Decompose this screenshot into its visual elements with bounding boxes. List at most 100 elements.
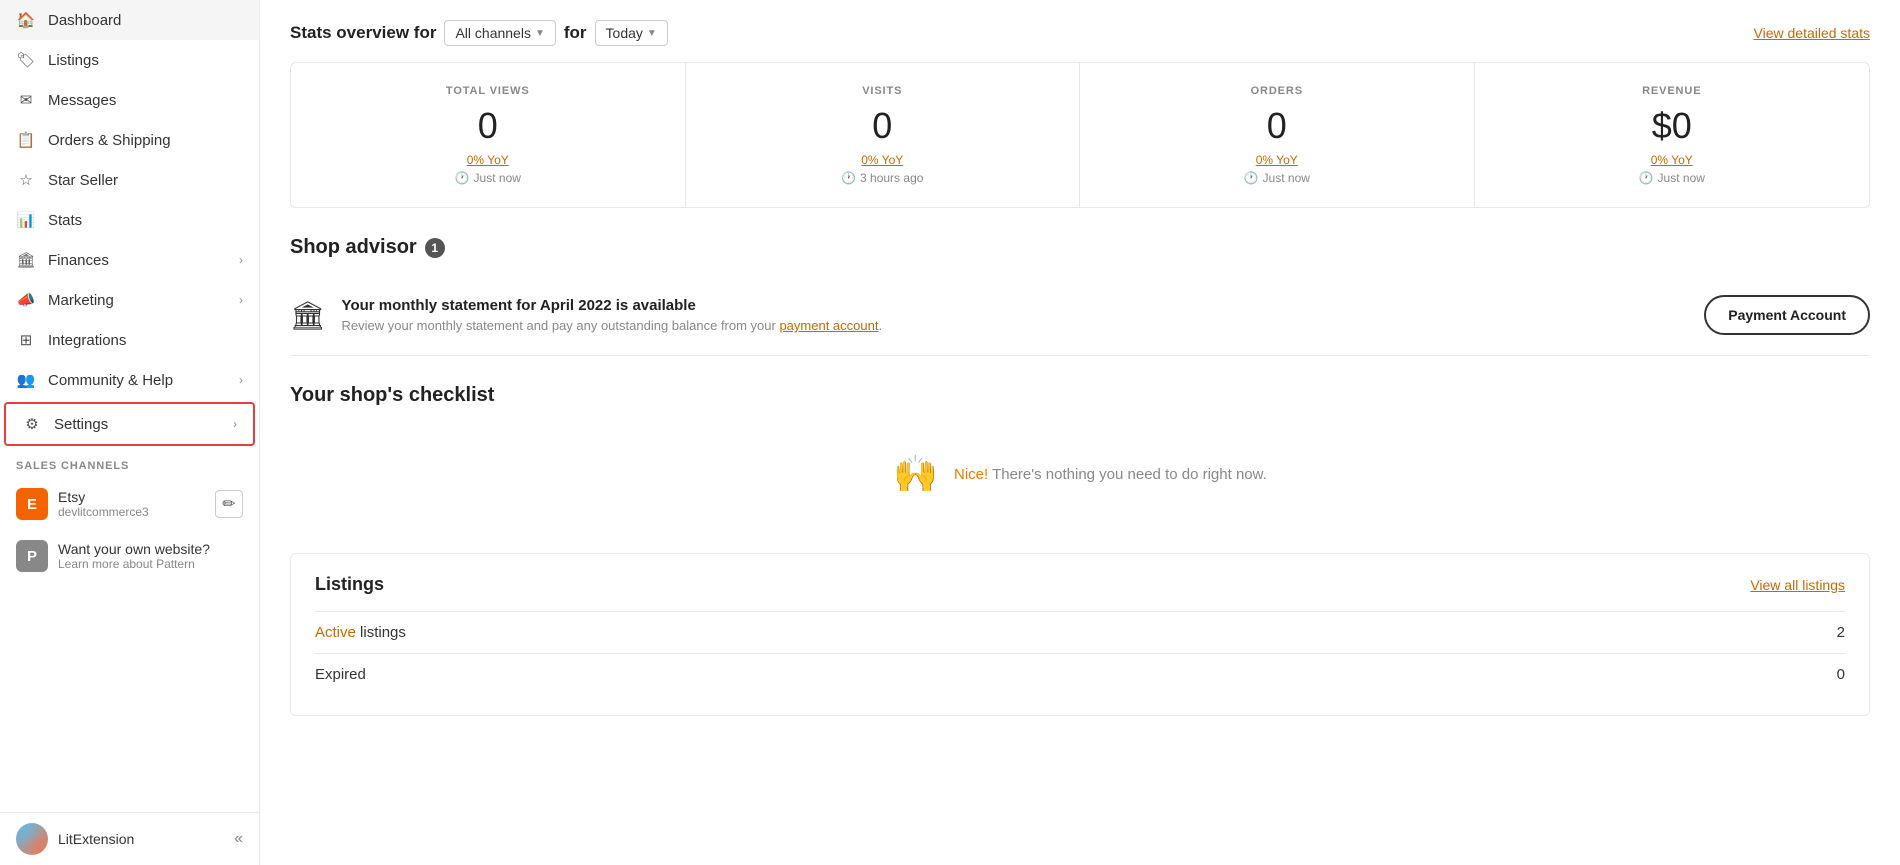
sidebar-item-orders[interactable]: 📋 Orders & Shipping	[0, 120, 259, 160]
for-label: for	[564, 23, 587, 43]
star-icon: ☆	[16, 170, 36, 190]
channel-dropdown[interactable]: All channels ▼	[444, 20, 555, 46]
visits-time-text: 3 hours ago	[860, 171, 923, 185]
stat-card-visits: VISITS 0 0% YoY 🕐 3 hours ago	[686, 63, 1081, 207]
pattern-info: Want your own website? Learn more about …	[58, 541, 243, 571]
lit-extension-label: LitExtension	[58, 831, 224, 847]
stats-grid: TOTAL VIEWS 0 0% YoY 🕐 Just now VISITS 0…	[290, 62, 1870, 208]
home-icon: 🏠	[16, 10, 36, 30]
bank-icon: 🏛	[16, 250, 36, 270]
collapse-sidebar-button[interactable]: «	[234, 830, 243, 848]
gear-icon: ⚙	[22, 414, 42, 434]
etsy-badge: E	[16, 488, 48, 520]
advisor-card: 🏛 Your monthly statement for April 2022 …	[290, 275, 1870, 356]
checklist-empty-message: Nice! There's nothing you need to do rig…	[954, 466, 1267, 483]
sidebar-label-messages: Messages	[48, 92, 116, 109]
sidebar-footer[interactable]: LitExtension «	[0, 812, 259, 865]
chevron-right-icon: ›	[239, 253, 243, 267]
etsy-info: Etsy devlitcommerce3	[58, 489, 205, 519]
payment-account-button[interactable]: Payment Account	[1704, 295, 1870, 335]
chevron-right-icon: ›	[239, 373, 243, 387]
etsy-edit-button[interactable]: ✏	[215, 490, 243, 518]
sidebar-label-settings: Settings	[54, 416, 108, 433]
celebration-hands-icon: 🙌	[893, 453, 938, 495]
sidebar-item-star-seller[interactable]: ☆ Star Seller	[0, 160, 259, 200]
listings-title: Listings	[315, 574, 384, 595]
pattern-name: Want your own website?	[58, 541, 243, 557]
clock-icon: 🕐	[1244, 171, 1259, 185]
revenue-time-text: Just now	[1658, 171, 1705, 185]
total-views-yoy[interactable]: 0% YoY	[311, 153, 665, 167]
advisor-heading: Your monthly statement for April 2022 is…	[342, 297, 1689, 314]
sales-channels-header: SALES CHANNELS	[0, 448, 259, 478]
shop-advisor-badge: 1	[425, 238, 445, 258]
expired-listings-label: Expired	[315, 666, 366, 683]
main-content: Stats overview for All channels ▼ for To…	[260, 0, 1900, 865]
sidebar-nav: 🏠 Dashboard 🏷 Listings ✉ Messages 📋 Orde…	[0, 0, 259, 448]
payment-account-link[interactable]: payment account	[779, 318, 878, 333]
orders-value: 0	[1100, 105, 1454, 147]
sidebar-item-stats[interactable]: 📊 Stats	[0, 200, 259, 240]
revenue-yoy[interactable]: 0% YoY	[1495, 153, 1850, 167]
sidebar-label-stats: Stats	[48, 212, 82, 229]
listings-header: Listings View all listings	[315, 574, 1845, 595]
clock-icon: 🕐	[1639, 171, 1654, 185]
pattern-badge: P	[16, 540, 48, 572]
sidebar-label-listings: Listings	[48, 52, 99, 69]
sidebar-label-star-seller: Star Seller	[48, 172, 118, 189]
sidebar-item-messages[interactable]: ✉ Messages	[0, 80, 259, 120]
active-listings-label: Active listings	[315, 624, 406, 641]
clipboard-icon: 📋	[16, 130, 36, 150]
advisor-text: Your monthly statement for April 2022 is…	[342, 297, 1689, 333]
sidebar-label-marketing: Marketing	[48, 292, 114, 309]
grid-icon: ⊞	[16, 330, 36, 350]
checklist-empty: 🙌 Nice! There's nothing you need to do r…	[290, 423, 1870, 525]
clock-icon: 🕐	[841, 171, 856, 185]
shop-advisor-title: Shop advisor 1	[290, 236, 1870, 259]
orders-label: ORDERS	[1100, 85, 1454, 97]
etsy-sub: devlitcommerce3	[58, 505, 205, 519]
pattern-sub: Learn more about Pattern	[58, 557, 243, 571]
active-highlight: Active	[315, 624, 356, 641]
visits-yoy[interactable]: 0% YoY	[706, 153, 1060, 167]
visits-label: VISITS	[706, 85, 1060, 97]
chevron-right-icon: ›	[239, 293, 243, 307]
period-dropdown-caret: ▼	[647, 28, 657, 39]
channel-dropdown-value: All channels	[455, 25, 531, 41]
etsy-channel[interactable]: E Etsy devlitcommerce3 ✏	[0, 478, 259, 530]
etsy-name: Etsy	[58, 489, 205, 505]
view-detailed-stats-link[interactable]: View detailed stats	[1754, 25, 1870, 41]
sidebar-label-finances: Finances	[48, 252, 109, 269]
sidebar-item-dashboard[interactable]: 🏠 Dashboard	[0, 0, 259, 40]
stat-card-total-views: TOTAL VIEWS 0 0% YoY 🕐 Just now	[291, 63, 686, 207]
period-dropdown-value: Today	[606, 25, 643, 41]
view-all-listings-link[interactable]: View all listings	[1750, 577, 1845, 593]
period-dropdown[interactable]: Today ▼	[595, 20, 668, 46]
orders-time-text: Just now	[1263, 171, 1310, 185]
sidebar-item-community[interactable]: 👥 Community & Help ›	[0, 360, 259, 400]
pattern-channel[interactable]: P Want your own website? Learn more abou…	[0, 530, 259, 582]
revenue-value: $0	[1495, 105, 1850, 147]
bar-chart-icon: 📊	[16, 210, 36, 230]
bank-building-icon: 🏛	[290, 299, 326, 332]
sidebar-item-marketing[interactable]: 📣 Marketing ›	[0, 280, 259, 320]
people-icon: 👥	[16, 370, 36, 390]
megaphone-icon: 📣	[16, 290, 36, 310]
sidebar-item-finances[interactable]: 🏛 Finances ›	[0, 240, 259, 280]
orders-time: 🕐 Just now	[1100, 171, 1454, 185]
stat-card-orders: ORDERS 0 0% YoY 🕐 Just now	[1080, 63, 1475, 207]
advisor-description: Review your monthly statement and pay an…	[342, 318, 1689, 333]
total-views-value: 0	[311, 105, 665, 147]
sidebar-item-integrations[interactable]: ⊞ Integrations	[0, 320, 259, 360]
stats-overview-title: Stats overview for	[290, 23, 436, 43]
orders-yoy[interactable]: 0% YoY	[1100, 153, 1454, 167]
sidebar-item-settings[interactable]: ⚙ Settings ›	[4, 402, 255, 446]
sidebar-item-listings[interactable]: 🏷 Listings	[0, 40, 259, 80]
listings-section: Listings View all listings Active listin…	[290, 553, 1870, 716]
total-views-label: TOTAL VIEWS	[311, 85, 665, 97]
visits-value: 0	[706, 105, 1060, 147]
sidebar-label-dashboard: Dashboard	[48, 12, 121, 29]
tag-icon: 🏷	[16, 50, 36, 70]
revenue-time: 🕐 Just now	[1495, 171, 1850, 185]
listing-row-active: Active listings 2	[315, 611, 1845, 653]
